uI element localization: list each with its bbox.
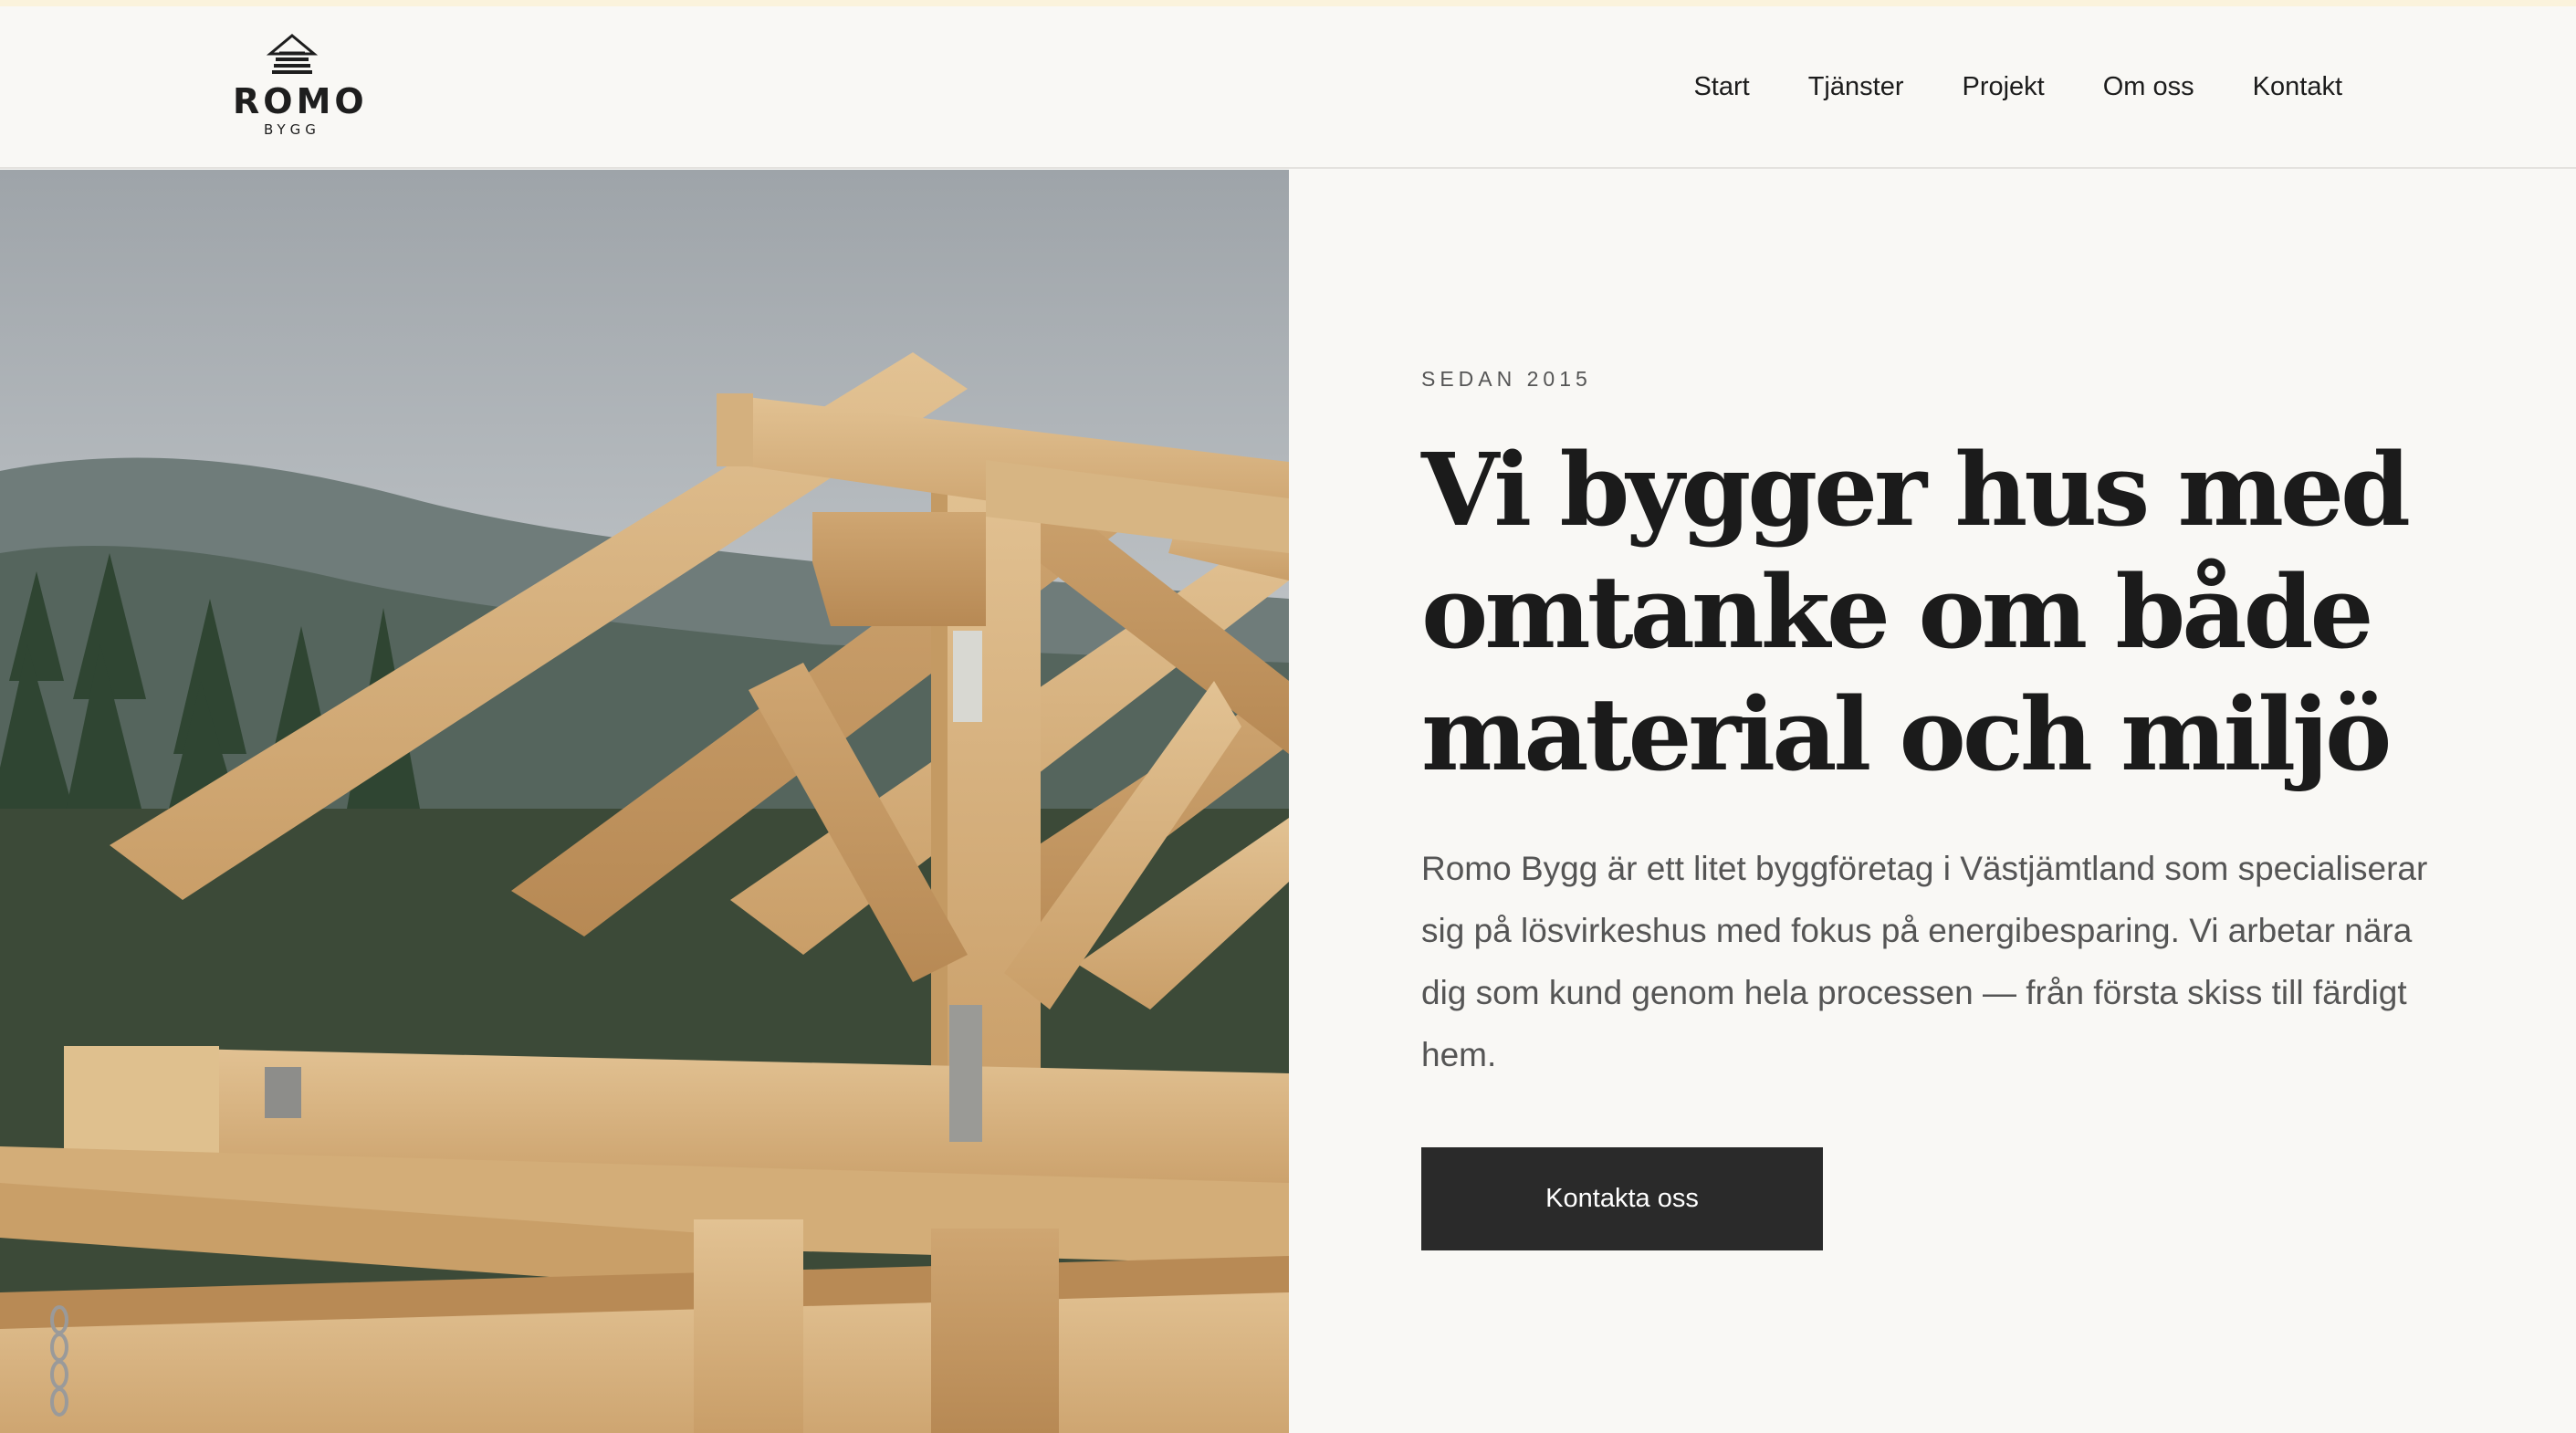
timber-roof-frame-photo [0, 170, 1289, 1433]
roof-logo-icon [267, 34, 318, 74]
hero-description: Romo Bygg är ett litet byggföretag i Väs… [1421, 850, 2428, 1073]
hero-image [0, 170, 1289, 1433]
logo-wordmark: ROMO [233, 81, 368, 121]
main-nav: Start Tjänster Projekt Om oss Kontakt [1693, 70, 2342, 103]
nav-om-oss[interactable]: Om oss [2103, 70, 2194, 103]
logo[interactable]: ROMO BYGG [233, 34, 368, 148]
hero-eyebrow: SEDAN 2015 [1421, 367, 1592, 391]
logo-subtitle: BYGG [264, 121, 320, 138]
nav-kontakt[interactable]: Kontakt [2253, 70, 2342, 103]
nav-projekt[interactable]: Projekt [1962, 70, 2044, 103]
nav-start[interactable]: Start [1693, 70, 1749, 103]
hero-heading: Vi bygger hus med omtanke om både materi… [1421, 431, 2411, 793]
site-header: ROMO BYGG Start Tjänster Projekt Om oss … [0, 6, 2576, 169]
top-accent-line [0, 0, 2576, 6]
contact-button[interactable]: Kontakta oss [1421, 1147, 1823, 1250]
nav-tjanster[interactable]: Tjänster [1808, 70, 1904, 103]
